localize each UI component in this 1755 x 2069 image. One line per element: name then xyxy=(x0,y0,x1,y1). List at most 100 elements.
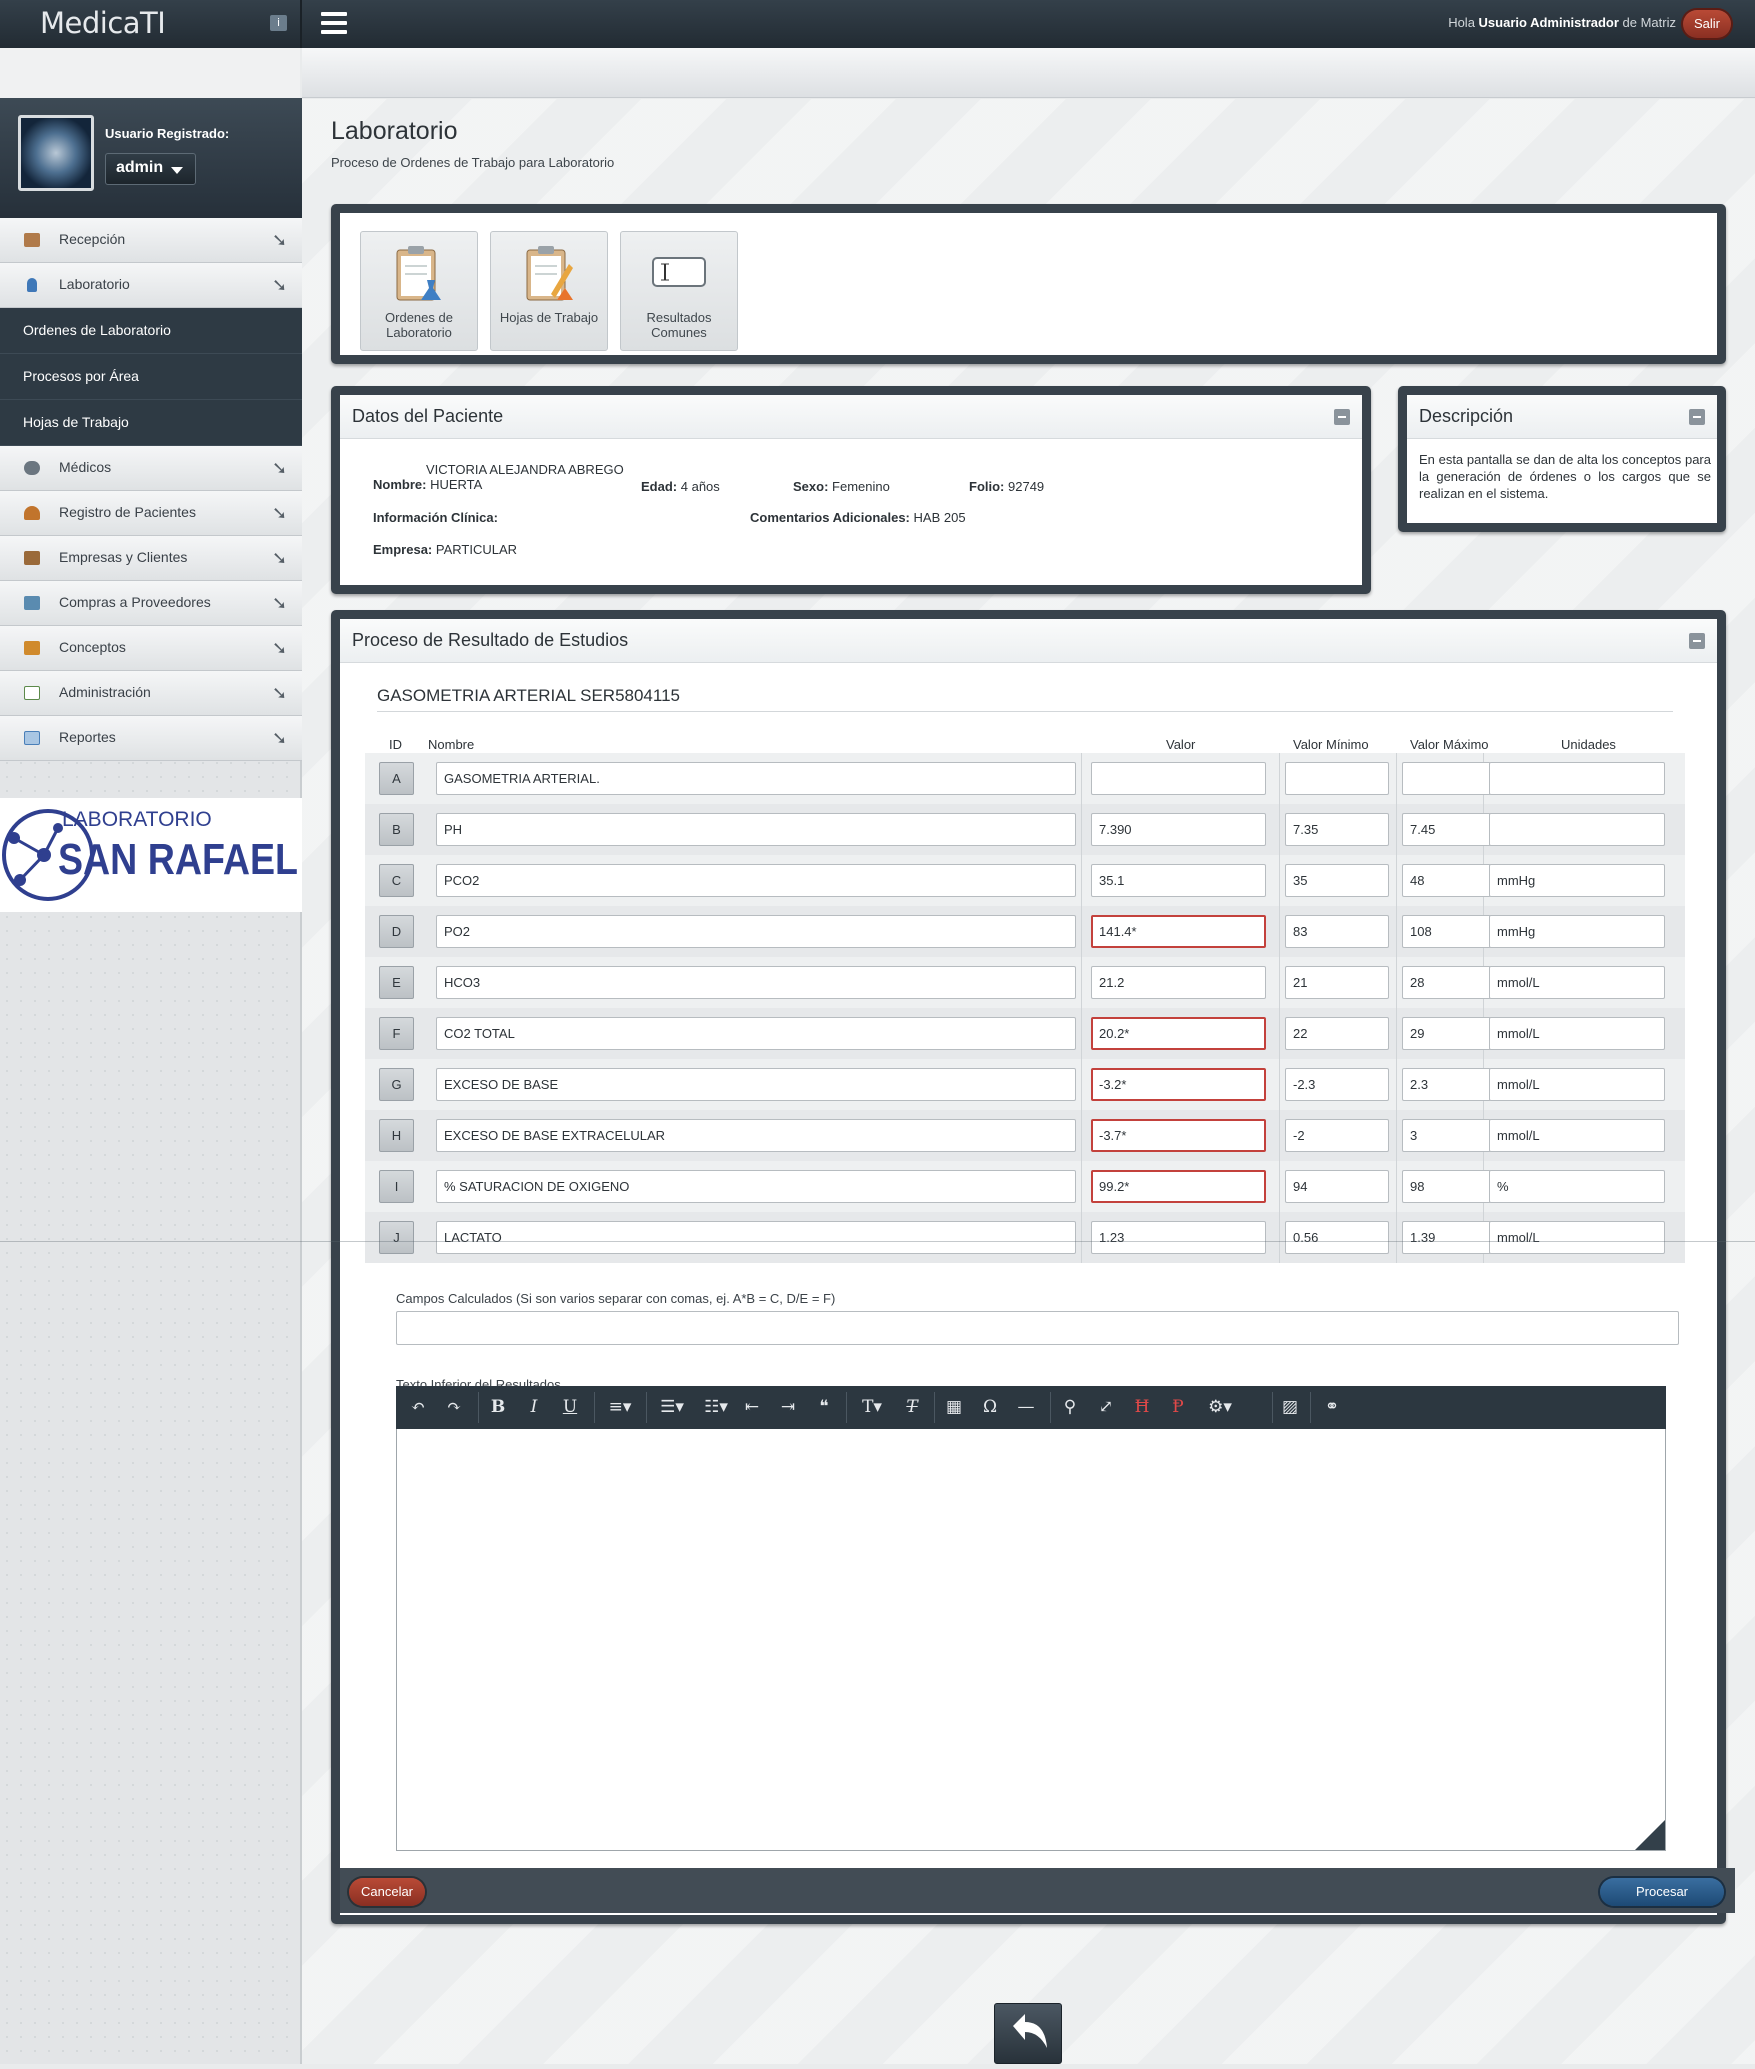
row-min-field[interactable]: 83 xyxy=(1285,915,1389,948)
row-units-field[interactable]: mmol/L xyxy=(1489,1017,1665,1050)
row-max-field[interactable]: 2.3 xyxy=(1402,1068,1491,1101)
row-min-field[interactable]: 22 xyxy=(1285,1017,1389,1050)
row-value-field[interactable] xyxy=(1091,762,1266,795)
row-value-field[interactable]: -3.7* xyxy=(1091,1119,1266,1152)
row-value-field[interactable]: 20.2* xyxy=(1091,1017,1266,1050)
collapse-icon[interactable] xyxy=(1689,633,1705,649)
indent-icon[interactable]: ⇥ xyxy=(778,1397,798,1417)
row-min-field[interactable]: 0.56 xyxy=(1285,1221,1389,1254)
sidebar-item-administracion[interactable]: Administración ➘ xyxy=(0,671,302,716)
row-max-field[interactable]: 7.45 xyxy=(1402,813,1491,846)
sidebar-item-registro[interactable]: Registro de Pacientes ➘ xyxy=(0,491,302,536)
row-max-field[interactable]: 28 xyxy=(1402,966,1491,999)
submenu-procesos[interactable]: Procesos por Área xyxy=(0,354,302,400)
row-min-field[interactable]: 35 xyxy=(1285,864,1389,897)
row-units-field[interactable] xyxy=(1489,762,1665,795)
row-name-field[interactable]: HCO3 xyxy=(436,966,1076,999)
logout-button[interactable]: Salir xyxy=(1683,10,1731,38)
table-icon[interactable]: ▦ xyxy=(944,1397,964,1417)
info-icon[interactable]: i xyxy=(270,15,287,31)
row-max-field[interactable]: 29 xyxy=(1402,1017,1491,1050)
resize-handle-icon[interactable] xyxy=(1635,1820,1665,1850)
settings-icon[interactable]: ⚙▾ xyxy=(1204,1397,1236,1417)
row-units-field[interactable]: mmol/L xyxy=(1489,1119,1665,1152)
sidebar-item-recepcion[interactable]: Recepción ➘ xyxy=(0,218,302,263)
paragraph-icon[interactable]: Ᵽ xyxy=(1168,1397,1188,1417)
sidebar-item-empresas[interactable]: Empresas y Clientes ➘ xyxy=(0,536,302,581)
clear-format-icon[interactable]: T xyxy=(902,1397,922,1417)
row-min-field[interactable]: -2.3 xyxy=(1285,1068,1389,1101)
horizontal-rule-icon[interactable]: — xyxy=(1016,1397,1036,1417)
row-min-field[interactable]: 21 xyxy=(1285,966,1389,999)
collapse-icon[interactable] xyxy=(1689,409,1705,425)
image-icon[interactable]: ▨ xyxy=(1280,1397,1300,1417)
row-name-field[interactable]: PH xyxy=(436,813,1076,846)
row-max-field[interactable]: 3 xyxy=(1402,1119,1491,1152)
row-max-field[interactable]: 48 xyxy=(1402,864,1491,897)
html-icon[interactable]: Ħ xyxy=(1132,1397,1152,1417)
row-min-field[interactable]: 94 xyxy=(1285,1170,1389,1203)
sidebar-item-reportes[interactable]: Reportes ➘ xyxy=(0,716,302,761)
sidebar-item-medicos[interactable]: Médicos ➘ xyxy=(0,446,302,491)
row-units-field[interactable]: mmHg xyxy=(1489,915,1665,948)
process-button[interactable]: Procesar xyxy=(1600,1878,1724,1906)
calc-fields-input[interactable] xyxy=(396,1311,1679,1345)
row-units-field[interactable]: mmol/L xyxy=(1489,1068,1665,1101)
row-units-field[interactable] xyxy=(1489,813,1665,846)
undo-icon[interactable]: ↶ xyxy=(408,1397,428,1417)
ordenes-laboratorio-button[interactable]: Ordenes de Laboratorio xyxy=(360,231,478,351)
row-units-field[interactable]: mmol/L xyxy=(1489,966,1665,999)
collapse-icon[interactable] xyxy=(1334,409,1350,425)
sidebar-item-conceptos[interactable]: Conceptos ➘ xyxy=(0,626,302,671)
cancel-button[interactable]: Cancelar xyxy=(349,1878,425,1906)
row-units-field[interactable]: mmHg xyxy=(1489,864,1665,897)
special-char-icon[interactable]: Ω xyxy=(980,1397,1000,1417)
hojas-trabajo-button[interactable]: Hojas de Trabajo xyxy=(490,231,608,351)
row-value-field[interactable]: 7.390 xyxy=(1091,813,1266,846)
submenu-ordenes[interactable]: Ordenes de Laboratorio xyxy=(0,308,302,354)
row-name-field[interactable]: PCO2 xyxy=(436,864,1076,897)
row-min-field[interactable] xyxy=(1285,762,1389,795)
font-size-icon[interactable]: T▾ xyxy=(856,1397,888,1417)
row-value-field[interactable]: 21.2 xyxy=(1091,966,1266,999)
bullet-list-icon[interactable]: ☰▾ xyxy=(656,1397,688,1417)
italic-icon[interactable]: I xyxy=(524,1397,544,1417)
row-units-field[interactable]: mmol/L xyxy=(1489,1221,1665,1254)
numbered-list-icon[interactable]: ☷▾ xyxy=(700,1397,732,1417)
app-logo[interactable]: MedicaTI xyxy=(40,6,166,40)
row-max-field[interactable]: 98 xyxy=(1402,1170,1491,1203)
row-max-field[interactable]: 1.39 xyxy=(1402,1221,1491,1254)
sidebar-item-compras[interactable]: Compras a Proveedores ➘ xyxy=(0,581,302,626)
underline-icon[interactable]: U xyxy=(560,1397,580,1417)
row-max-field[interactable] xyxy=(1402,762,1491,795)
back-to-top-button[interactable] xyxy=(994,2003,1062,2064)
redo-icon[interactable]: ↷ xyxy=(444,1397,464,1417)
row-name-field[interactable]: EXCESO DE BASE xyxy=(436,1068,1076,1101)
align-icon[interactable]: ≡▾ xyxy=(604,1397,636,1417)
row-name-field[interactable]: % SATURACION DE OXIGENO xyxy=(436,1170,1076,1203)
row-name-field[interactable]: CO2 TOTAL xyxy=(436,1017,1076,1050)
row-value-field[interactable]: 99.2* xyxy=(1091,1170,1266,1203)
row-min-field[interactable]: 7.35 xyxy=(1285,813,1389,846)
row-value-field[interactable]: 141.4* xyxy=(1091,915,1266,948)
row-name-field[interactable]: EXCESO DE BASE EXTRACELULAR xyxy=(436,1119,1076,1152)
user-dropdown[interactable]: admin xyxy=(105,153,196,185)
row-name-field[interactable]: GASOMETRIA ARTERIAL. xyxy=(436,762,1076,795)
outdent-icon[interactable]: ⇤ xyxy=(742,1397,762,1417)
row-max-field[interactable]: 108 xyxy=(1402,915,1491,948)
find-icon[interactable]: ⚲ xyxy=(1060,1397,1080,1417)
row-value-field[interactable]: -3.2* xyxy=(1091,1068,1266,1101)
row-min-field[interactable]: -2 xyxy=(1285,1119,1389,1152)
blockquote-icon[interactable]: ❝ xyxy=(814,1397,834,1417)
hamburger-menu-icon[interactable] xyxy=(321,12,347,34)
submenu-hojas[interactable]: Hojas de Trabajo xyxy=(0,400,302,446)
row-name-field[interactable]: LACTATO xyxy=(436,1221,1076,1254)
row-value-field[interactable]: 1.23 xyxy=(1091,1221,1266,1254)
bold-icon[interactable]: B xyxy=(488,1397,508,1417)
row-name-field[interactable]: PO2 xyxy=(436,915,1076,948)
attachment-icon[interactable]: ⚭ xyxy=(1322,1397,1342,1417)
sidebar-item-laboratorio[interactable]: Laboratorio ➘ xyxy=(0,263,302,308)
row-units-field[interactable]: % xyxy=(1489,1170,1665,1203)
fullscreen-icon[interactable]: ⤢ xyxy=(1096,1397,1116,1417)
rich-text-editor[interactable] xyxy=(396,1429,1666,1851)
